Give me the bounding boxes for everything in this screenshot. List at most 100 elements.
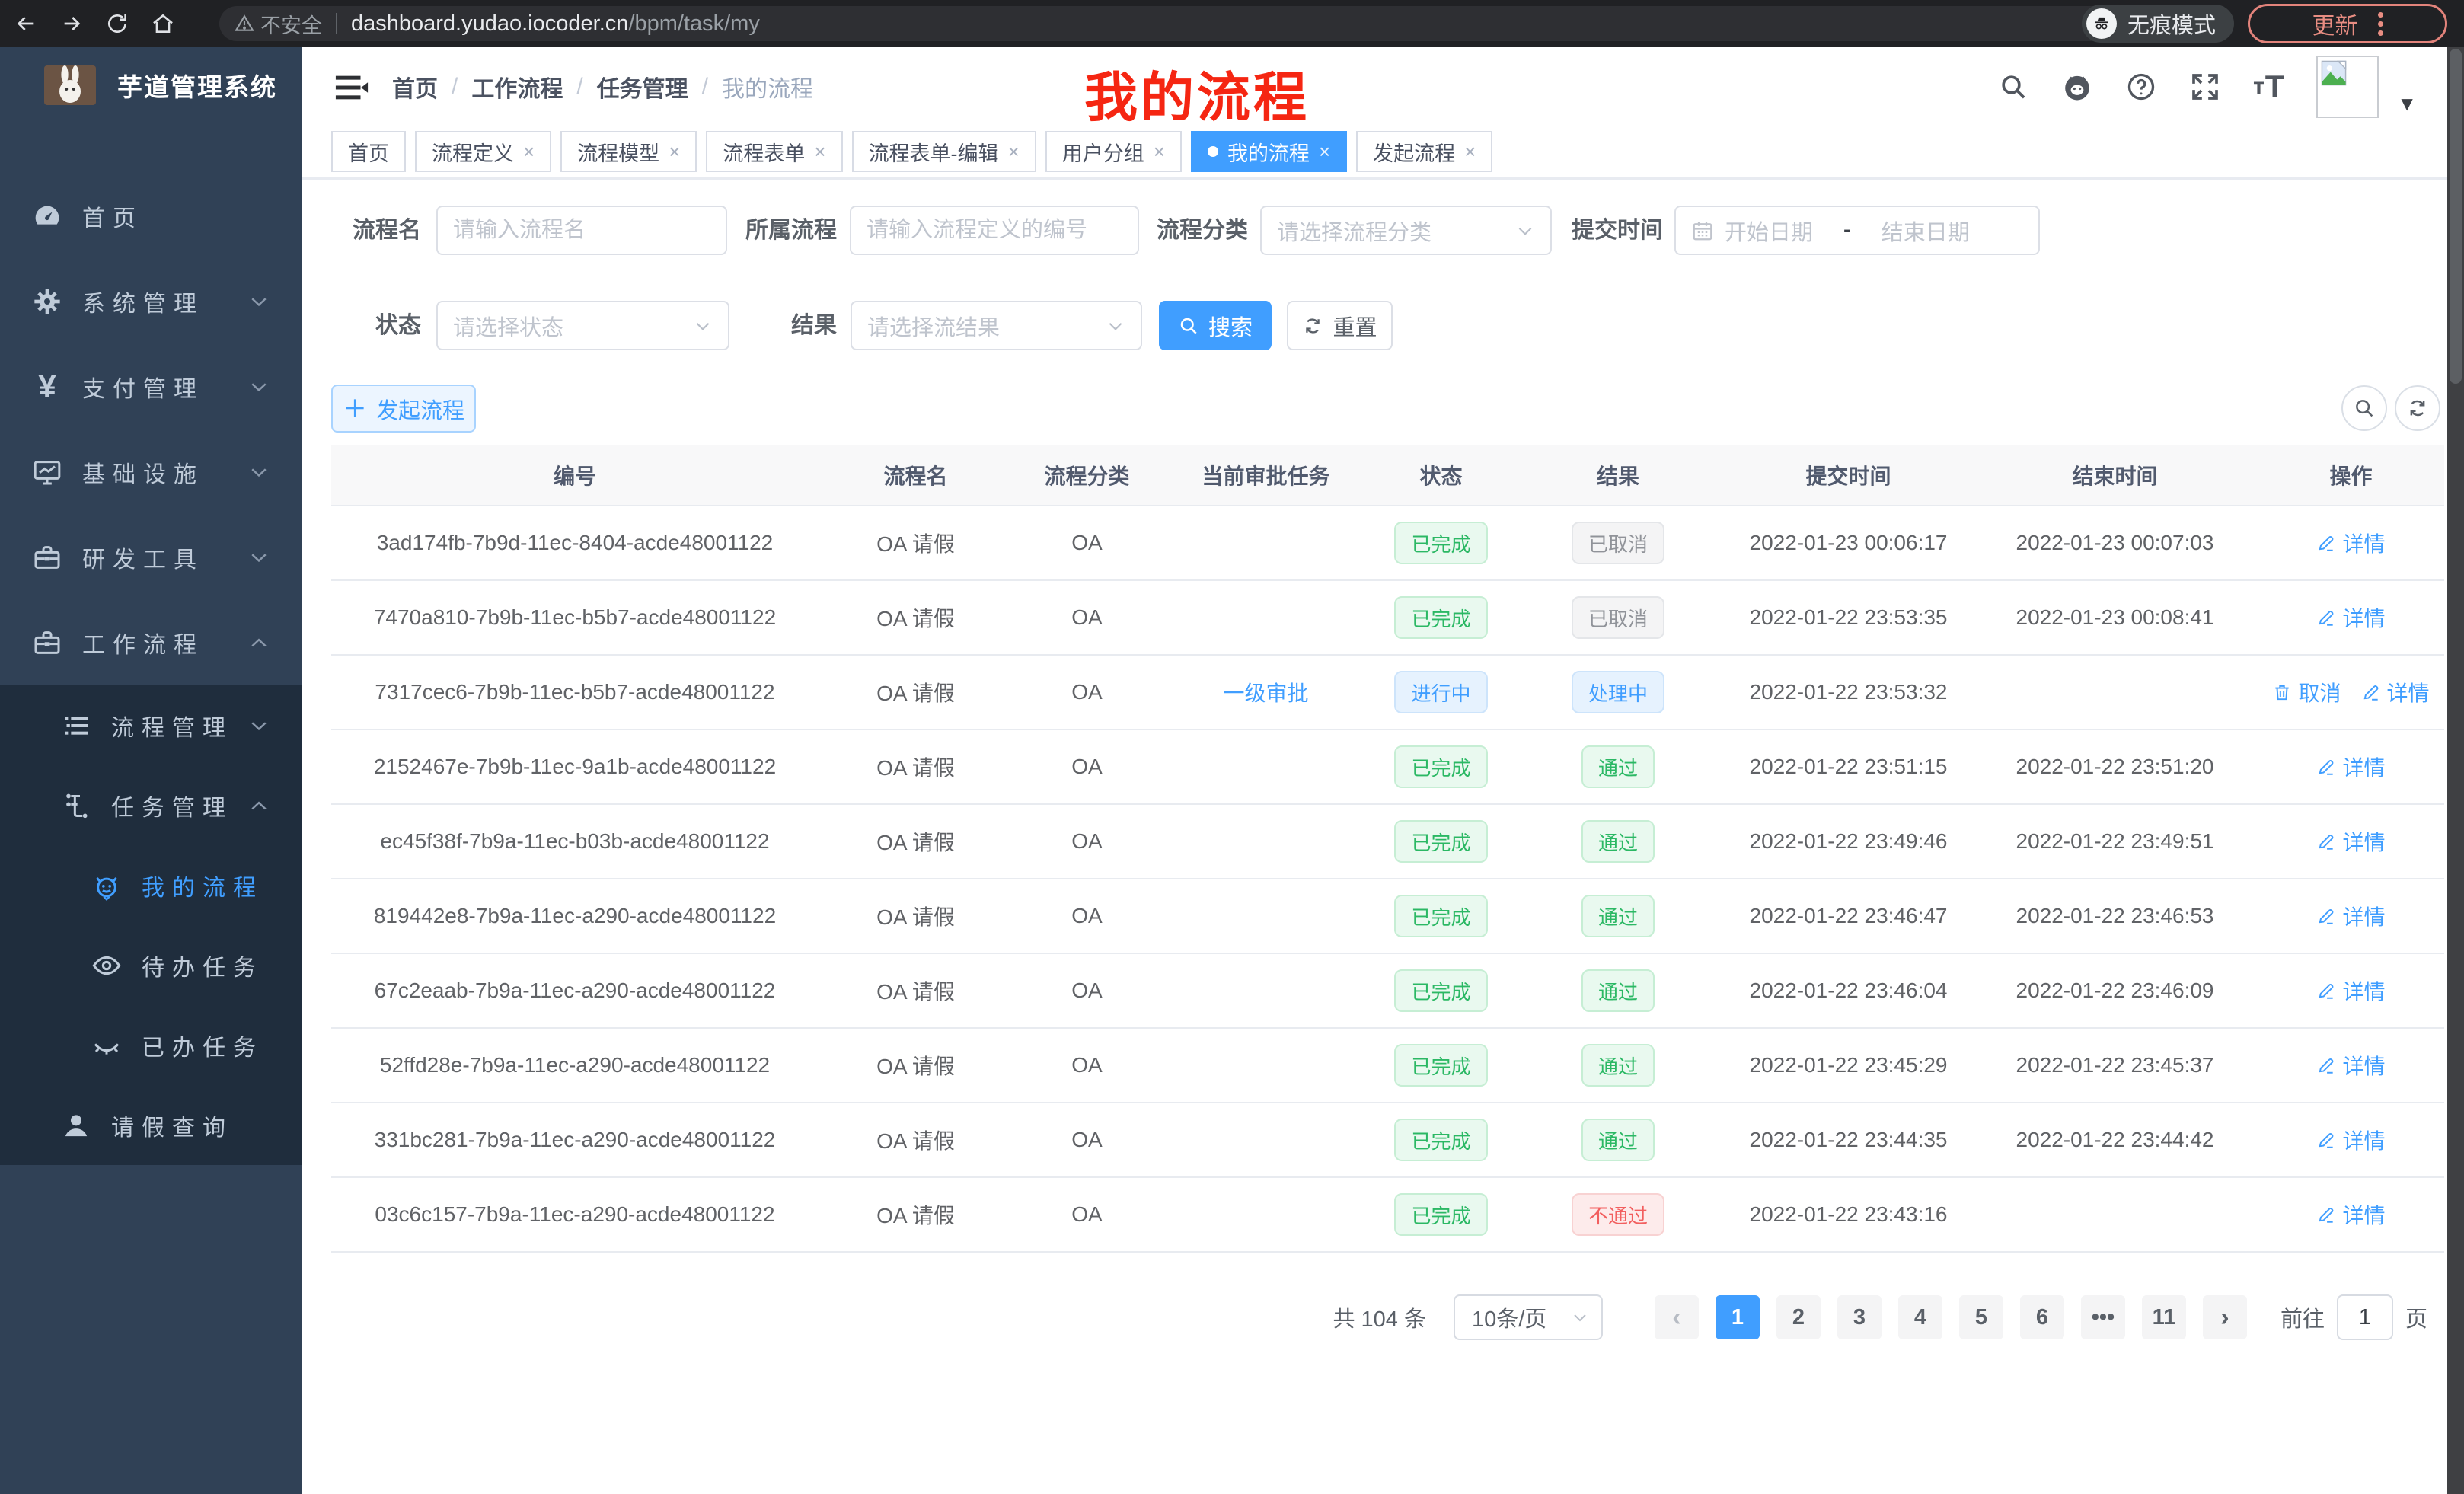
page-ellipsis[interactable]: ••• [2081,1295,2125,1339]
sidebar-item-待办任务[interactable]: 待办任务 [0,925,302,1005]
browser-forward-button[interactable] [52,4,91,43]
sidebar-item-流程管理[interactable]: 流程管理 [0,685,302,765]
sidebar-collapse-icon[interactable] [334,70,369,104]
tab-流程表单-编辑[interactable]: 流程表单-编辑× [852,131,1036,172]
cell-status: 已完成 [1371,895,1511,937]
close-tab-icon[interactable]: × [669,140,680,164]
breadcrumb-home[interactable]: 首页 [392,70,438,104]
start-date-placeholder[interactable]: 开始日期 [1725,215,1813,247]
prev-page-button[interactable]: ‹ [1655,1295,1699,1339]
sidebar-item-工作流程[interactable]: 工作流程 [0,600,302,685]
tab-流程表单[interactable]: 流程表单× [706,131,842,172]
search-button[interactable]: 搜索 [1159,301,1272,350]
detail-action-link[interactable]: 详情 [2316,901,2385,931]
close-tab-icon[interactable]: × [1008,140,1020,164]
sidebar-item-研发工具[interactable]: 研发工具 [0,515,302,600]
detail-action-link[interactable]: 详情 [2316,1199,2385,1230]
help-icon[interactable] [2124,70,2158,104]
browser-menu-icon[interactable] [2378,12,2383,36]
detail-action-link[interactable]: 详情 [2316,1125,2385,1155]
detail-action-link[interactable]: 详情 [2316,1050,2385,1081]
refresh-button[interactable] [2395,385,2440,431]
close-tab-icon[interactable]: × [1464,140,1476,164]
breadcrumb-workflow[interactable]: 工作流程 [471,70,563,104]
page-button-1[interactable]: 1 [1716,1295,1760,1339]
github-icon[interactable] [2060,70,2094,104]
address-bar[interactable]: 不安全 dashboard.yudao.iocoder.cn/bpm/task/… [219,6,2175,41]
app-logo[interactable]: 芋道管理系统 [0,47,302,123]
end-date-placeholder[interactable]: 结束日期 [1882,215,1970,247]
sidebar-item-首页[interactable]: 首页 [0,174,302,259]
sidebar-item-任务管理[interactable]: 任务管理 [0,765,302,845]
pencil-icon [2316,757,2336,777]
cell-id: 03c6c157-7b9a-11ec-a290-acde48001122 [331,1202,819,1227]
search-icon[interactable] [1996,70,2030,104]
reset-button[interactable]: 重置 [1287,301,1393,350]
pencil-icon [2316,1205,2336,1224]
close-tab-icon[interactable]: × [814,140,825,164]
browser-update-button[interactable]: 更新 [2248,4,2447,43]
close-tab-icon[interactable]: × [1154,140,1165,164]
tab-首页[interactable]: 首页 [331,131,406,172]
goto-page-input[interactable] [2337,1294,2393,1340]
sidebar-item-我的流程[interactable]: 我的流程 [0,845,302,925]
browser-back-button[interactable] [6,4,46,43]
security-warning[interactable]: 不安全 [235,9,322,39]
toolbox-icon [30,541,64,574]
next-page-button[interactable]: › [2203,1295,2247,1339]
result-badge: 通过 [1581,969,1655,1012]
cell-result: 通过 [1511,1044,1725,1087]
tab-用户分组[interactable]: 用户分组× [1045,131,1182,172]
page-button-3[interactable]: 3 [1837,1295,1882,1339]
tabs-bar: 首页流程定义×流程模型×流程表单×流程表单-编辑×用户分组×我的流程×发起流程× [302,126,2447,180]
avatar[interactable] [2316,56,2379,118]
column-header-编号: 编号 [331,460,819,490]
main-content: 流程名 所属流程 流程分类 请选择流程分类 提交时间 开始日期 - 结束日期 状… [302,180,2447,1494]
page-button-5[interactable]: 5 [1959,1295,2003,1339]
browser-home-button[interactable] [143,4,183,43]
detail-action-link[interactable]: 详情 [2316,602,2385,633]
page-button-4[interactable]: 4 [1898,1295,1942,1339]
task-link[interactable]: 一级审批 [1223,677,1308,707]
detail-action-link[interactable]: 详情 [2361,677,2430,707]
page-button-6[interactable]: 6 [2020,1295,2064,1339]
top-navbar: 首页/ 工作流程/ 任务管理/ 我的流程 ᴛT ▼ [302,47,2447,126]
detail-action-link[interactable]: 详情 [2316,752,2385,782]
sidebar-item-请假查询[interactable]: 请假查询 [0,1085,302,1165]
sidebar-item-系统管理[interactable]: 系统管理 [0,259,302,344]
page-url[interactable]: dashboard.yudao.iocoder.cn/bpm/task/my [351,11,760,37]
sidebar-item-基础设施[interactable]: 基础设施 [0,429,302,515]
cancel-action-link[interactable]: 取消 [2272,677,2341,707]
result-select[interactable]: 请选择流结果 [851,301,1142,350]
detail-action-link[interactable]: 详情 [2316,528,2385,558]
tab-流程模型[interactable]: 流程模型× [560,131,697,172]
page-button-2[interactable]: 2 [1776,1295,1821,1339]
cell-submit-time: 2022-01-23 00:06:17 [1725,531,1972,555]
fullscreen-icon[interactable] [2188,70,2222,104]
create-process-button[interactable]: ＋ 发起流程 [331,385,476,433]
close-tab-icon[interactable]: × [1319,140,1330,164]
cell-submit-time: 2022-01-22 23:53:32 [1725,680,1972,704]
browser-reload-button[interactable] [97,4,137,43]
warning-icon [235,14,254,34]
detail-action-link[interactable]: 详情 [2316,826,2385,857]
avatar-caret-icon[interactable]: ▼ [2397,92,2417,116]
sidebar-item-已办任务[interactable]: 已办任务 [0,1005,302,1085]
sidebar-item-支付管理[interactable]: ¥支付管理 [0,344,302,429]
close-tab-icon[interactable]: × [523,140,535,164]
submit-time-range-picker[interactable]: 开始日期 - 结束日期 [1674,206,2040,255]
page-size-select[interactable]: 10条/页 [1454,1294,1603,1340]
tab-我的流程[interactable]: 我的流程× [1191,131,1347,172]
tab-发起流程[interactable]: 发起流程× [1356,131,1492,172]
breadcrumb-task[interactable]: 任务管理 [597,70,688,104]
page-button-11[interactable]: 11 [2142,1295,2186,1339]
show-search-button[interactable] [2341,385,2387,431]
detail-action-link[interactable]: 详情 [2316,975,2385,1006]
font-size-icon[interactable]: ᴛT [2252,70,2286,104]
cell-end-time: 2022-01-22 23:45:37 [1972,1053,2258,1077]
page-scrollbar[interactable] [2447,47,2464,1494]
scrollbar-thumb[interactable] [2450,49,2462,384]
table-row: 03c6c157-7b9a-11ec-a290-acde48001122OA 请… [331,1178,2444,1253]
tab-流程定义[interactable]: 流程定义× [415,131,551,172]
column-header-提交时间: 提交时间 [1725,460,1972,490]
